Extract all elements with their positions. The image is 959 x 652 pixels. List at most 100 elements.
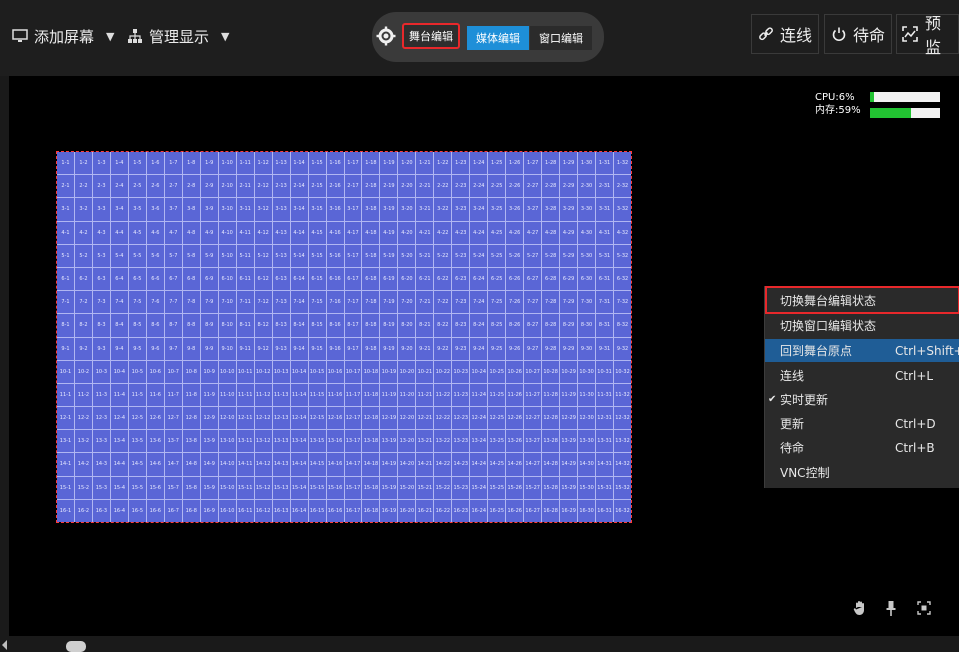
- screen-cell[interactable]: 9-13: [272, 337, 290, 360]
- screen-cell[interactable]: 16-31: [596, 499, 614, 522]
- screen-cell[interactable]: 3-2: [74, 198, 92, 221]
- screen-cell[interactable]: 9-10: [218, 337, 236, 360]
- horizontal-scrollbar[interactable]: [0, 636, 959, 652]
- screen-cell[interactable]: 3-19: [380, 198, 398, 221]
- screen-cell[interactable]: 10-32: [614, 360, 631, 383]
- menu-item[interactable]: 切换窗口编辑状态: [765, 314, 959, 337]
- screen-cell[interactable]: 4-26: [506, 221, 524, 244]
- screen-cell[interactable]: 5-12: [254, 244, 272, 267]
- screen-cell[interactable]: 12-15: [308, 407, 326, 430]
- screen-cell[interactable]: 7-3: [92, 291, 110, 314]
- screen-cell[interactable]: 8-32: [614, 314, 631, 337]
- screen-cell[interactable]: 8-31: [596, 314, 614, 337]
- screen-cell[interactable]: 14-24: [470, 453, 488, 476]
- screen-cell[interactable]: 10-4: [110, 360, 128, 383]
- screen-cell[interactable]: 3-15: [308, 198, 326, 221]
- screen-cell[interactable]: 16-13: [272, 499, 290, 522]
- screen-cell[interactable]: 15-26: [506, 476, 524, 499]
- screen-cell[interactable]: 2-24: [470, 175, 488, 198]
- screen-cell[interactable]: 5-32: [614, 244, 631, 267]
- screen-cell[interactable]: 2-32: [614, 175, 631, 198]
- screen-cell[interactable]: 12-19: [380, 407, 398, 430]
- screen-cell[interactable]: 7-29: [560, 291, 578, 314]
- screen-cell[interactable]: 12-24: [470, 407, 488, 430]
- screen-cell[interactable]: 15-18: [362, 476, 380, 499]
- screen-cell[interactable]: 3-31: [596, 198, 614, 221]
- screen-cell[interactable]: 8-19: [380, 314, 398, 337]
- screen-cell[interactable]: 4-31: [596, 221, 614, 244]
- screen-cell[interactable]: 9-27: [524, 337, 542, 360]
- screen-cell[interactable]: 9-5: [128, 337, 146, 360]
- screen-cell[interactable]: 4-16: [326, 221, 344, 244]
- screen-cell[interactable]: 15-3: [92, 476, 110, 499]
- screen-cell[interactable]: 14-19: [380, 453, 398, 476]
- screen-cell[interactable]: 5-13: [272, 244, 290, 267]
- screen-cell[interactable]: 2-29: [560, 175, 578, 198]
- screen-cell[interactable]: 13-31: [596, 430, 614, 453]
- screen-cell[interactable]: 14-29: [560, 453, 578, 476]
- screen-cell[interactable]: 7-16: [326, 291, 344, 314]
- screen-cell[interactable]: 3-8: [182, 198, 200, 221]
- screen-cell[interactable]: 12-30: [578, 407, 596, 430]
- screen-cell[interactable]: 16-7: [164, 499, 182, 522]
- screen-cell[interactable]: 9-11: [236, 337, 254, 360]
- screen-cell[interactable]: 14-18: [362, 453, 380, 476]
- screen-cell[interactable]: 4-1: [57, 221, 74, 244]
- screen-cell[interactable]: 11-31: [596, 383, 614, 407]
- screen-cell[interactable]: 10-28: [542, 360, 560, 383]
- screen-cell[interactable]: 1-30: [578, 152, 596, 175]
- screen-cell[interactable]: 6-1: [57, 267, 74, 291]
- screen-cell[interactable]: 12-21: [416, 407, 434, 430]
- screen-cell[interactable]: 3-4: [110, 198, 128, 221]
- screen-cell[interactable]: 13-9: [200, 430, 218, 453]
- screen-cell[interactable]: 4-17: [344, 221, 362, 244]
- screen-cell[interactable]: 8-11: [236, 314, 254, 337]
- screen-cell[interactable]: 12-14: [290, 407, 308, 430]
- screen-cell[interactable]: 3-25: [488, 198, 506, 221]
- screen-cell[interactable]: 13-20: [398, 430, 416, 453]
- screen-cell[interactable]: 8-30: [578, 314, 596, 337]
- menu-item[interactable]: 连线 Ctrl+L: [765, 364, 959, 387]
- screen-cell[interactable]: 11-30: [578, 383, 596, 407]
- screen-cell[interactable]: 7-22: [434, 291, 452, 314]
- screen-cell[interactable]: 14-21: [416, 453, 434, 476]
- screen-cell[interactable]: 2-19: [380, 175, 398, 198]
- screen-cell[interactable]: 8-18: [362, 314, 380, 337]
- screen-cell[interactable]: 9-21: [416, 337, 434, 360]
- screen-cell[interactable]: 13-32: [614, 430, 631, 453]
- screen-cell[interactable]: 15-13: [272, 476, 290, 499]
- screen-cell[interactable]: 3-9: [200, 198, 218, 221]
- screen-cell[interactable]: 14-25: [488, 453, 506, 476]
- screen-cell[interactable]: 13-10: [218, 430, 236, 453]
- screen-cell[interactable]: 7-2: [74, 291, 92, 314]
- screen-cell[interactable]: 3-22: [434, 198, 452, 221]
- screen-cell[interactable]: 2-11: [236, 175, 254, 198]
- screen-cell[interactable]: 16-3: [92, 499, 110, 522]
- screen-cell[interactable]: 6-20: [398, 267, 416, 291]
- screen-cell[interactable]: 7-17: [344, 291, 362, 314]
- screen-cell[interactable]: 1-13: [272, 152, 290, 175]
- screen-cell[interactable]: 10-11: [236, 360, 254, 383]
- screen-cell[interactable]: 1-7: [164, 152, 182, 175]
- screen-cell[interactable]: 8-21: [416, 314, 434, 337]
- screen-cell[interactable]: 2-23: [452, 175, 470, 198]
- screen-cell[interactable]: 7-8: [182, 291, 200, 314]
- screen-cell[interactable]: 9-3: [92, 337, 110, 360]
- screen-cell[interactable]: 14-28: [542, 453, 560, 476]
- screen-cell[interactable]: 3-29: [560, 198, 578, 221]
- screen-cell[interactable]: 5-15: [308, 244, 326, 267]
- screen-cell[interactable]: 13-23: [452, 430, 470, 453]
- screen-cell[interactable]: 5-29: [560, 244, 578, 267]
- screen-cell[interactable]: 16-11: [236, 499, 254, 522]
- screen-cell[interactable]: 1-18: [362, 152, 380, 175]
- screen-cell[interactable]: 3-27: [524, 198, 542, 221]
- screen-cell[interactable]: 2-21: [416, 175, 434, 198]
- screen-cell[interactable]: 12-10: [218, 407, 236, 430]
- screen-cell[interactable]: 5-10: [218, 244, 236, 267]
- screen-cell[interactable]: 9-12: [254, 337, 272, 360]
- screen-cell[interactable]: 7-26: [506, 291, 524, 314]
- screen-cell[interactable]: 6-25: [488, 267, 506, 291]
- screen-cell[interactable]: 8-5: [128, 314, 146, 337]
- screen-cell[interactable]: 10-6: [146, 360, 164, 383]
- screen-cell[interactable]: 5-4: [110, 244, 128, 267]
